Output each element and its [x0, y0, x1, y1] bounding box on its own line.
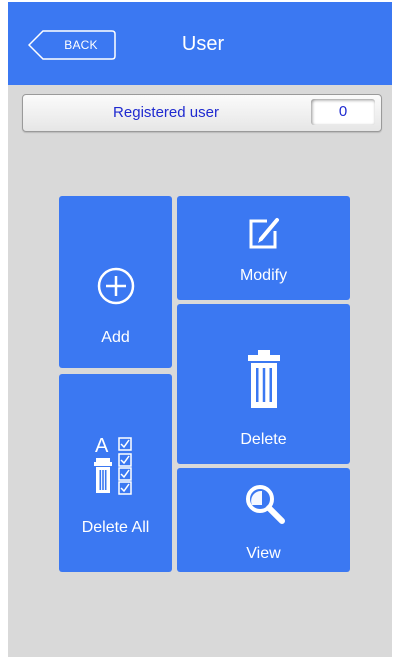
header-bar: BACK User — [8, 2, 392, 85]
modify-label: Modify — [239, 267, 288, 284]
page-title: User — [181, 33, 225, 55]
svg-text:A: A — [95, 435, 109, 457]
plus-circle-icon — [97, 267, 135, 305]
registered-user-count: 0 — [338, 103, 348, 120]
back-button[interactable]: BACK — [28, 30, 116, 60]
view-label: View — [246, 545, 281, 562]
edit-icon — [249, 218, 279, 249]
registered-user-bar: Registered user 0 — [22, 94, 382, 132]
back-button-label: BACK — [64, 38, 98, 52]
add-button[interactable]: Add — [59, 196, 172, 368]
app-window: BACK User Registered user 0 Add Modify D… — [8, 2, 392, 657]
delete-label: Delete — [240, 431, 287, 448]
magnifier-icon — [246, 485, 285, 524]
delete-button[interactable]: Delete — [177, 304, 350, 464]
registered-user-label: Registered user — [113, 104, 219, 121]
trash-icon — [248, 350, 280, 408]
modify-button[interactable]: Modify — [177, 196, 350, 300]
delete-all-label: Delete All — [81, 519, 150, 536]
delete-all-button[interactable]: A Delete All — [59, 374, 172, 572]
delete-all-checklist-icon: A — [94, 435, 132, 495]
add-label: Add — [101, 329, 130, 346]
view-button[interactable]: View — [177, 468, 350, 572]
registered-user-count-box: 0 — [311, 99, 375, 125]
